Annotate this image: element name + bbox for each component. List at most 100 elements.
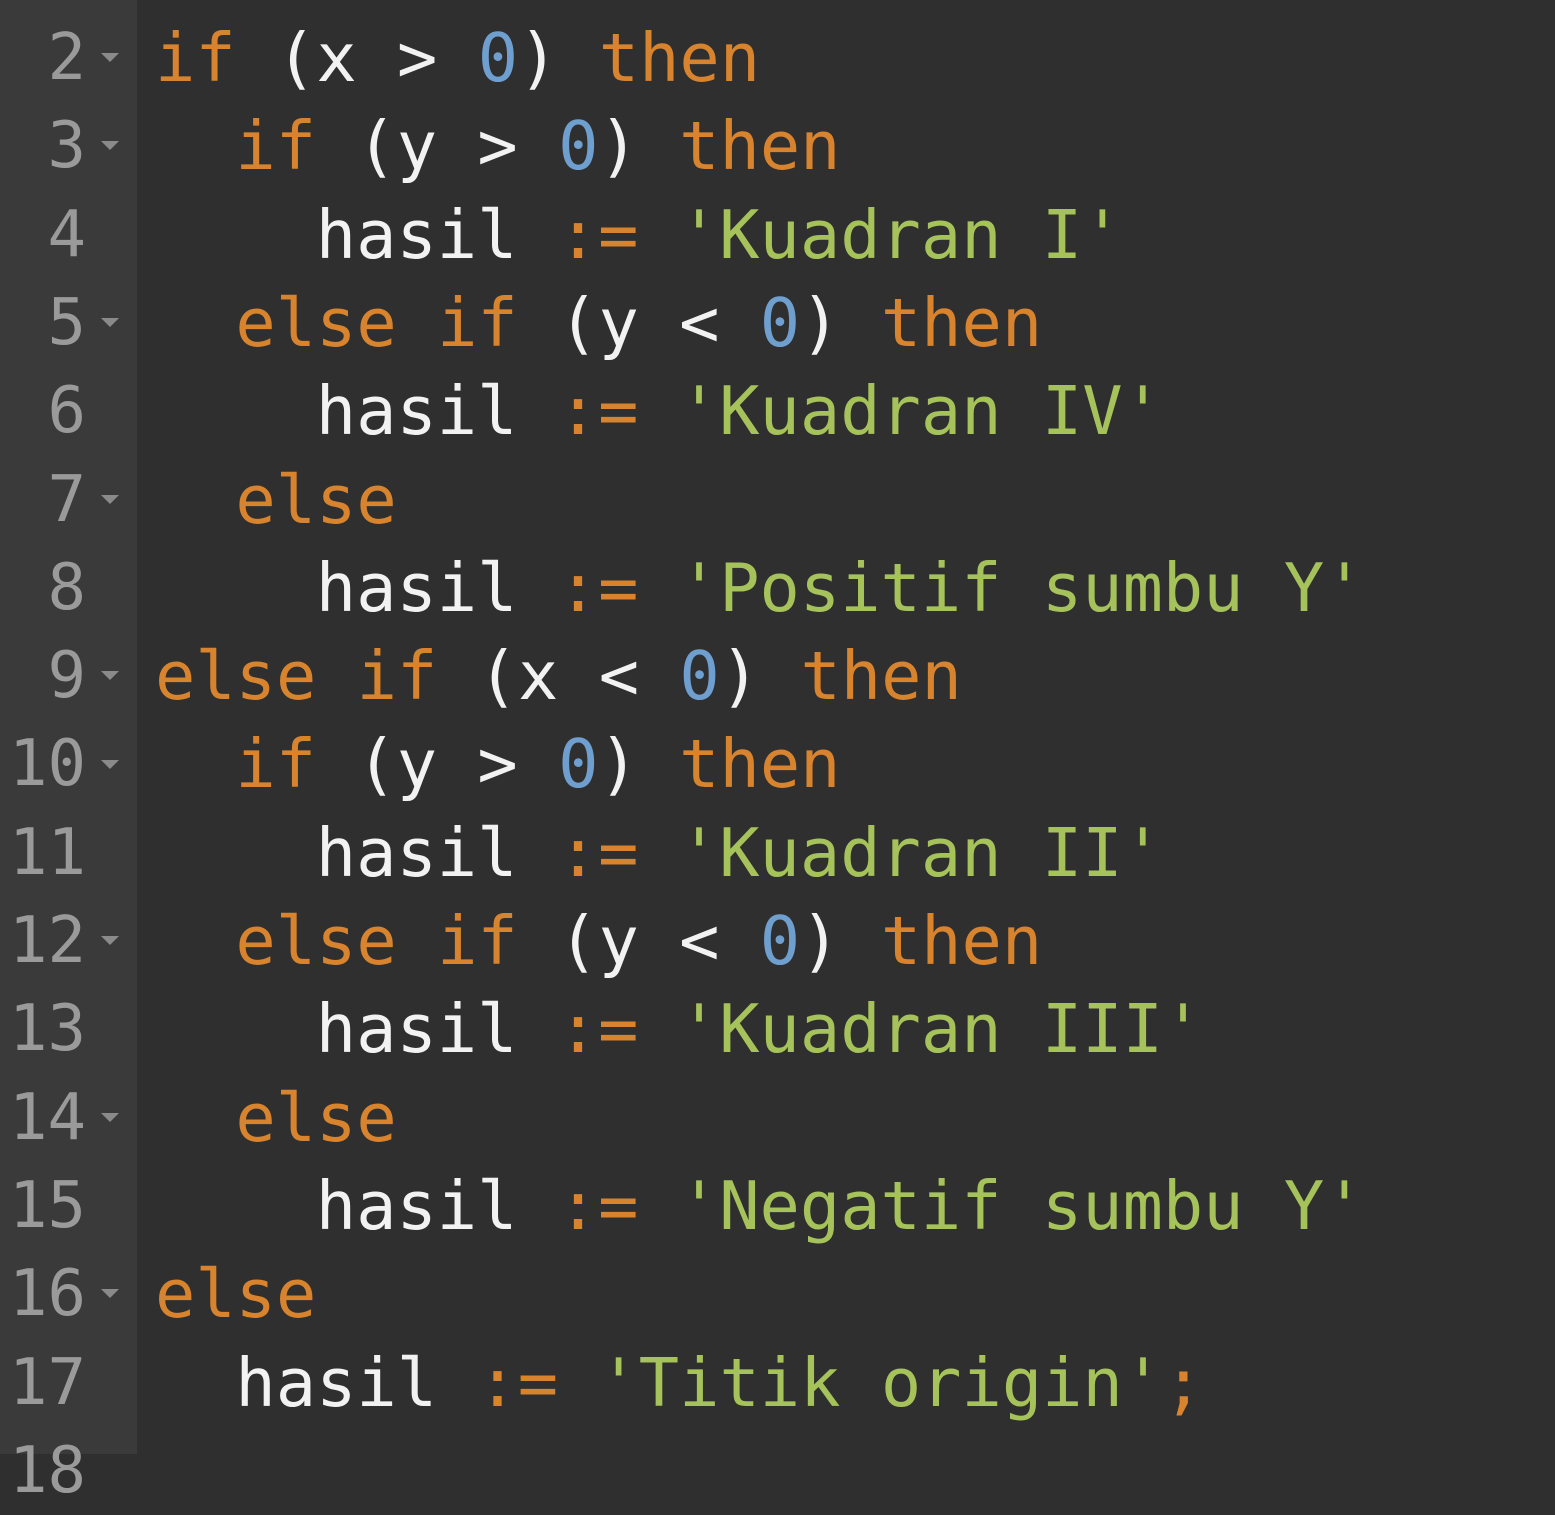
token-plain: ) xyxy=(800,902,881,980)
token-kw: then xyxy=(598,19,761,97)
line-number: 10 xyxy=(8,727,86,802)
line-number: 16 xyxy=(8,1257,86,1332)
token-plain: ) xyxy=(719,637,801,716)
token-plain: (y < xyxy=(517,902,760,980)
token-kw: then xyxy=(800,637,962,716)
line-number: 18 xyxy=(8,1433,86,1508)
line-number: 11 xyxy=(8,815,86,890)
token-plain: ) xyxy=(598,107,680,186)
token-str: 'Titik origin' xyxy=(598,1343,1164,1422)
line-number: 14 xyxy=(8,1080,86,1155)
token-num: 0 xyxy=(477,19,519,97)
fold-arrow-icon[interactable] xyxy=(101,759,119,769)
token-op: := xyxy=(557,372,639,451)
token-kw: if xyxy=(235,107,317,186)
code-line[interactable]: hasil := 'Kuadran II' xyxy=(316,809,1163,897)
fold-arrow-icon[interactable] xyxy=(101,1289,119,1299)
token-plain: (y > xyxy=(316,107,559,186)
line-number: 13 xyxy=(8,992,86,1067)
code-line[interactable]: hasil := 'Kuadran IV' xyxy=(316,367,1163,455)
token-kw: then xyxy=(679,725,841,804)
token-str: 'Kuadran III' xyxy=(678,990,1204,1069)
fold-arrow-icon[interactable] xyxy=(101,53,119,63)
token-kw: else if xyxy=(235,283,518,362)
token-kw: if xyxy=(155,19,236,97)
token-kw: then xyxy=(679,107,841,186)
token-op: := xyxy=(557,1166,639,1245)
fold-arrow-icon[interactable] xyxy=(101,141,119,151)
line-number: 4 xyxy=(47,197,86,272)
token-num: 0 xyxy=(558,107,599,186)
token-num: 0 xyxy=(558,725,599,804)
token-plain: (y > xyxy=(316,725,559,804)
token-op: := xyxy=(477,1343,559,1422)
code-line[interactable]: else if (y < 0) then xyxy=(235,897,1042,985)
code-line[interactable]: hasil := 'Kuadran I' xyxy=(316,191,1123,279)
line-number: 12 xyxy=(8,904,86,978)
code-line[interactable]: hasil := 'Positif sumbu Y' xyxy=(316,544,1365,632)
code-line[interactable]: hasil := 'Negatif sumbu Y' xyxy=(316,1162,1365,1250)
token-plain: hasil xyxy=(235,1343,478,1422)
fold-arrow-icon[interactable] xyxy=(101,1112,119,1122)
token-plain: hasil xyxy=(315,548,558,627)
code-line[interactable]: if (y > 0) then xyxy=(235,720,840,808)
code-line[interactable]: hasil := 'Titik origin'; xyxy=(235,1339,1203,1427)
line-number: 6 xyxy=(47,374,86,449)
token-num: 0 xyxy=(759,283,801,362)
token-num: 0 xyxy=(679,637,720,716)
code-line[interactable]: else xyxy=(155,1250,316,1338)
token-plain: hasil xyxy=(315,195,558,274)
token-plain: ) xyxy=(800,283,881,362)
token-plain: hasil xyxy=(315,813,558,892)
token-kw: else xyxy=(235,1078,397,1157)
code-line[interactable]: else if (y < 0) then xyxy=(235,279,1042,367)
token-plain: hasil xyxy=(315,990,558,1069)
token-op: ; xyxy=(1163,1343,1204,1422)
fold-arrow-icon[interactable] xyxy=(101,936,119,946)
line-number-gutter: 2 3 4 5 6 7 8 9 10 11 12 13 14 15 16 17 18 xyxy=(0,0,137,1508)
token-str: 'Negatif sumbu Y' xyxy=(678,1166,1365,1245)
token-plain: hasil xyxy=(315,372,558,451)
line-number: 17 xyxy=(8,1345,86,1420)
token-str: 'Kuadran IV' xyxy=(678,372,1163,451)
code-line[interactable]: hasil := 'Kuadran III' xyxy=(316,985,1203,1073)
line-number: 8 xyxy=(47,550,86,625)
token-str: 'Kuadran I' xyxy=(678,195,1123,274)
code-line[interactable]: else xyxy=(235,456,396,544)
token-plain: ) xyxy=(598,725,680,804)
line-number: 7 xyxy=(47,462,86,537)
token-plain: ) xyxy=(518,19,599,97)
token-kw: else if xyxy=(155,637,438,716)
token-kw: else if xyxy=(235,902,518,980)
token-plain: hasil xyxy=(315,1166,558,1245)
code-line[interactable]: else if (x < 0) then xyxy=(155,632,962,720)
fold-arrow-icon[interactable] xyxy=(101,671,119,681)
line-number: 5 xyxy=(47,285,86,360)
token-kw: else xyxy=(155,1255,317,1334)
code-line[interactable]: else xyxy=(235,1074,396,1162)
code-line[interactable]: if (y > 0) then xyxy=(235,102,840,190)
token-plain: (x > xyxy=(235,19,478,97)
fold-arrow-icon[interactable] xyxy=(101,494,119,504)
token-op: := xyxy=(557,813,639,892)
token-str: 'Kuadran II' xyxy=(678,813,1163,892)
token-num: 0 xyxy=(759,902,801,980)
line-number: 3 xyxy=(47,109,86,184)
code-line[interactable]: if (x > 0) then xyxy=(155,14,760,102)
token-op: := xyxy=(557,990,639,1069)
token-kw: then xyxy=(880,902,1043,980)
line-number: 2 xyxy=(47,21,86,95)
token-plain: (x < xyxy=(437,637,680,716)
fold-arrow-icon[interactable] xyxy=(101,318,119,328)
token-op: := xyxy=(557,195,639,274)
token-kw: if xyxy=(235,725,317,804)
line-number: 15 xyxy=(8,1168,86,1243)
token-kw: then xyxy=(880,283,1043,362)
token-kw: else xyxy=(235,460,397,539)
token-plain: (y < xyxy=(517,283,760,362)
